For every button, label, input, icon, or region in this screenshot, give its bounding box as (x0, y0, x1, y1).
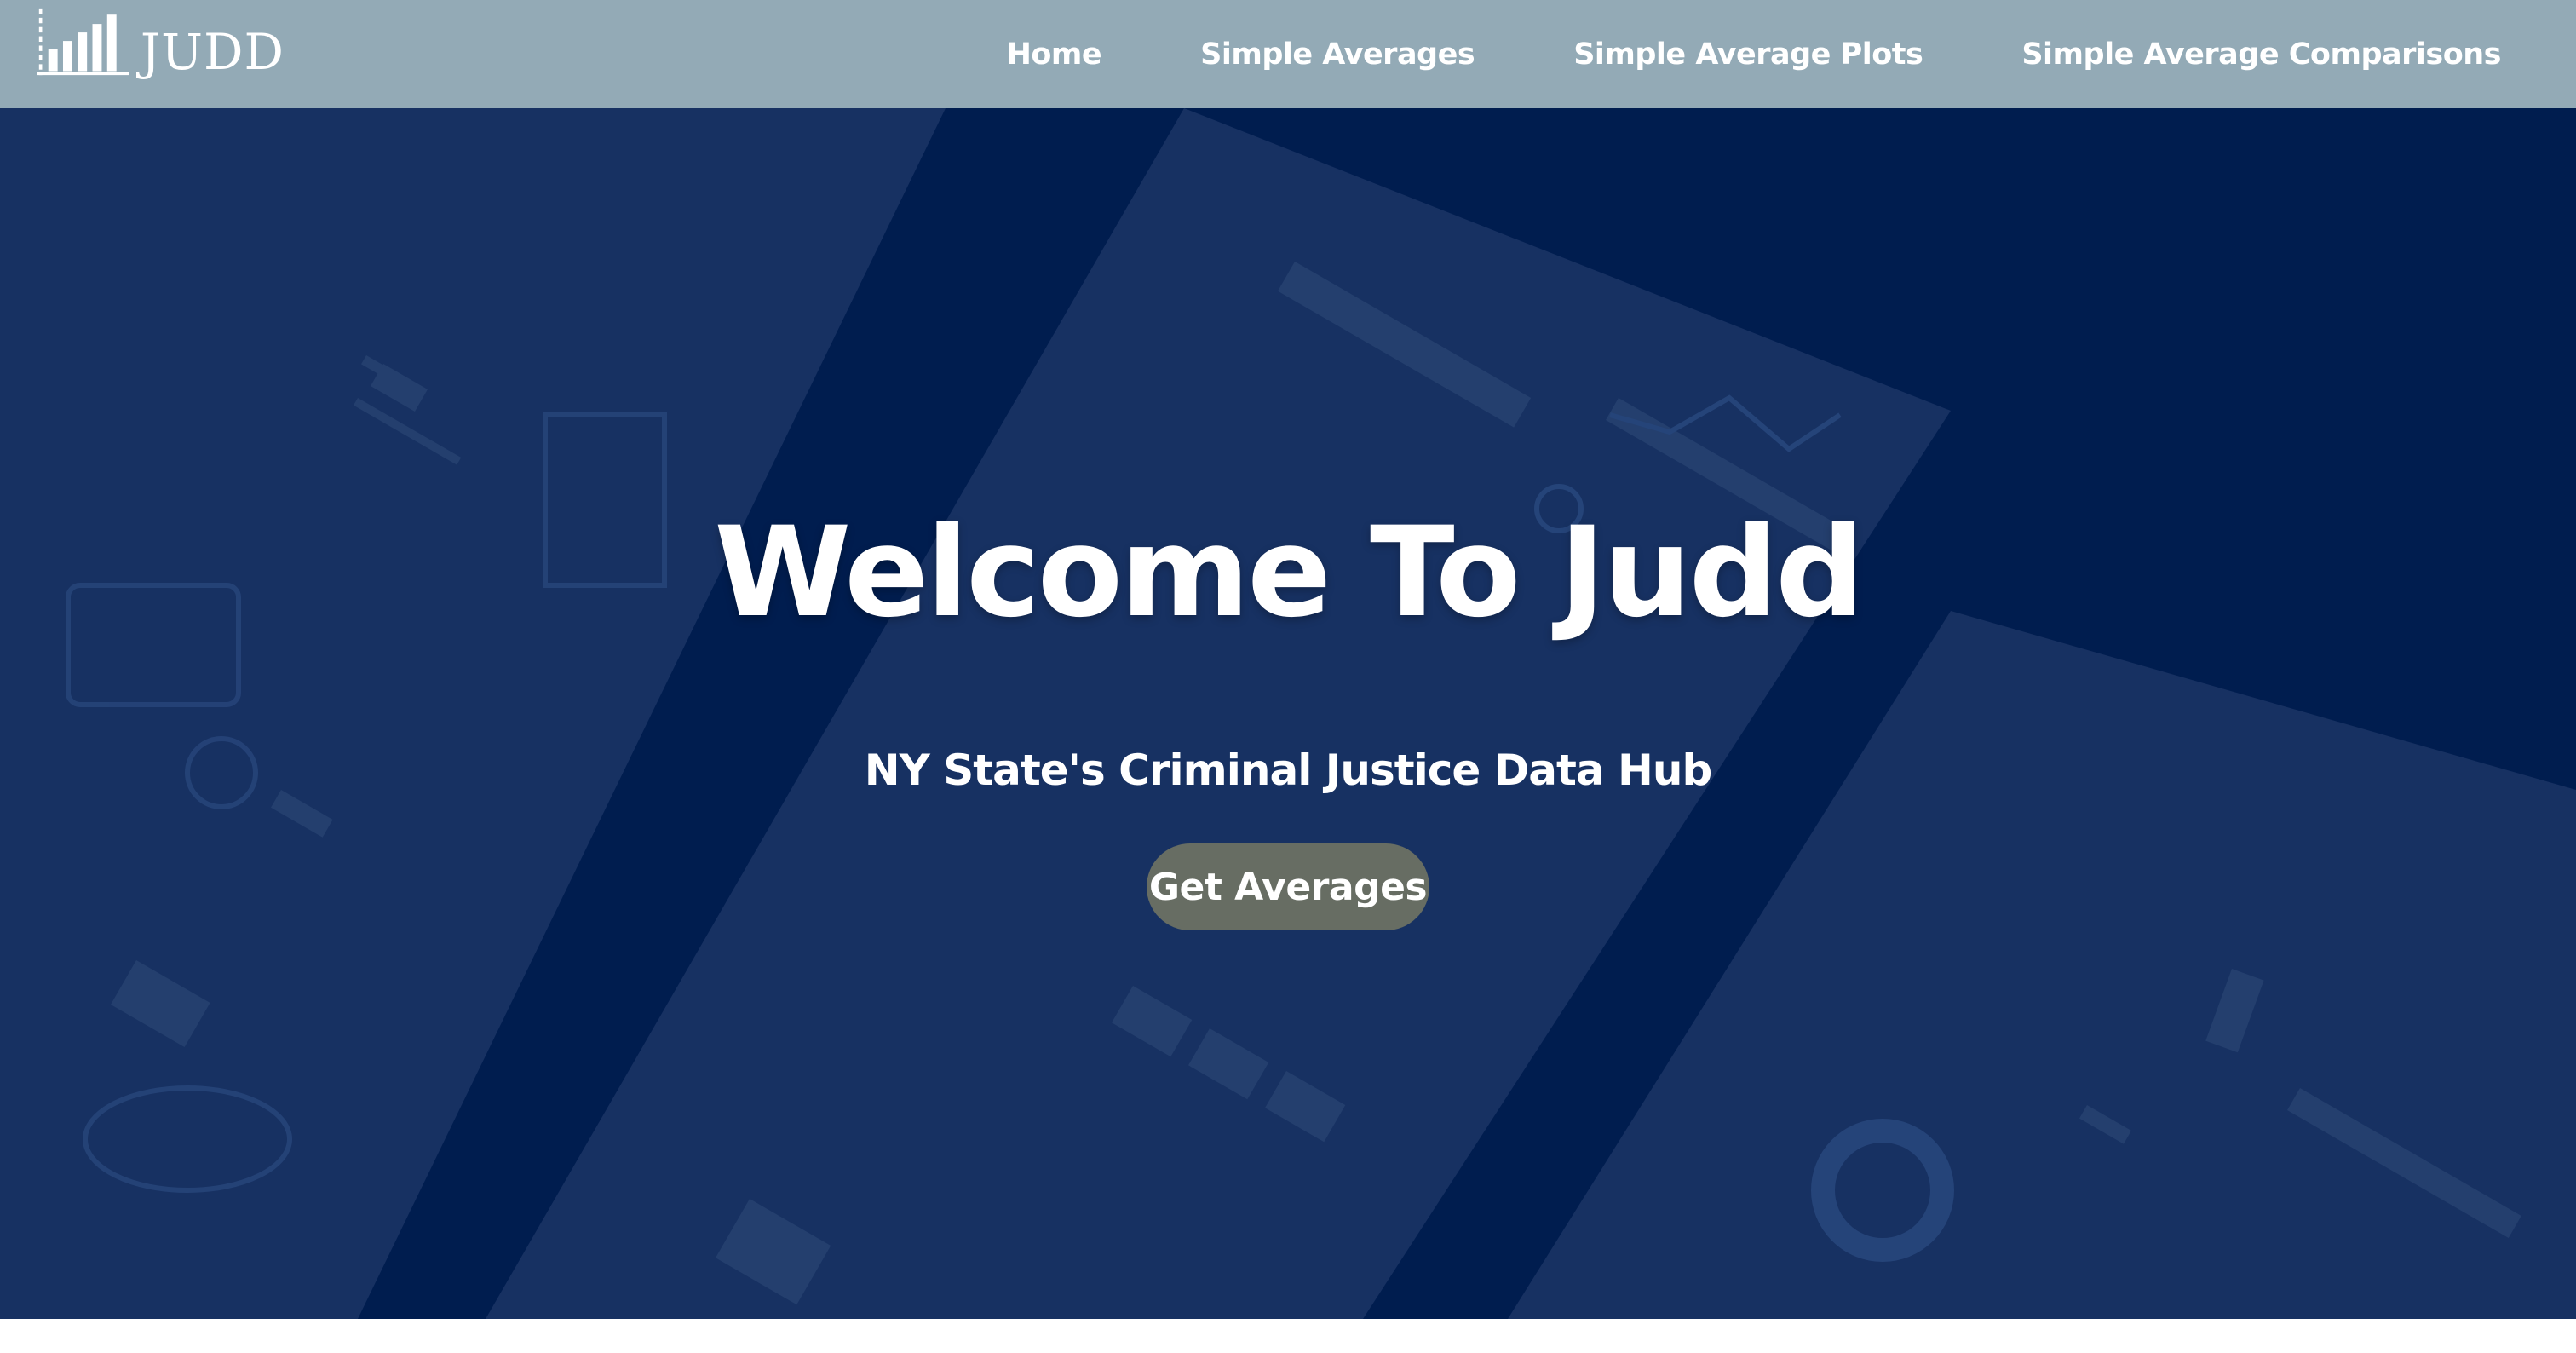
page-bottom (0, 1319, 2576, 1353)
bar-chart-logo-icon (37, 8, 129, 76)
brand-logo[interactable]: JUDD (37, 5, 285, 78)
nav-link-simple-average-comparisons[interactable]: Simple Average Comparisons (2021, 37, 2501, 72)
hero-subtitle: NY State's Criminal Justice Data Hub (864, 746, 1713, 795)
nav-item-simple-average-comparisons: Simple Average Comparisons (2021, 37, 2501, 72)
nav-link-home[interactable]: Home (1007, 37, 1102, 72)
get-averages-button[interactable]: Get Averages (1147, 843, 1429, 930)
navbar: JUDD Home Simple Averages Simple Average… (0, 0, 2576, 108)
hero-section: Welcome To Judd NY State's Criminal Just… (0, 108, 2576, 1319)
nav-item-home: Home (1007, 37, 1102, 72)
nav-item-simple-average-plots: Simple Average Plots (1573, 37, 1923, 72)
nav-link-simple-averages[interactable]: Simple Averages (1200, 37, 1475, 72)
hero-overlay (0, 108, 2576, 1319)
main-navigation: Home Simple Averages Simple Average Plot… (1007, 0, 2502, 108)
brand-name: JUDD (140, 23, 285, 81)
hero-title: Welcome To Judd (714, 500, 1864, 645)
nav-link-simple-average-plots[interactable]: Simple Average Plots (1573, 37, 1923, 72)
nav-item-simple-averages: Simple Averages (1200, 37, 1475, 72)
